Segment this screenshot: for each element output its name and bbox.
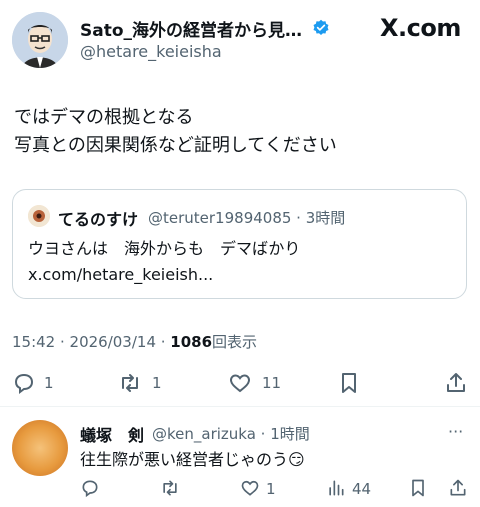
user-handle[interactable]: @hetare_keieisha <box>80 42 222 61</box>
quoted-text: ウヨさんは 海外からも デマばかり x.com/hetare_keieish..… <box>28 239 301 284</box>
tweet-text: ではデマの根拠となる 写真との因果関係など証明してください <box>14 107 337 156</box>
display-name[interactable]: Sato_海外の経営者から見… <box>80 16 302 41</box>
tweet-meta: 15:42 · 2026/03/14 · 1086回表示 <box>12 331 257 352</box>
share-icon[interactable] <box>444 371 468 395</box>
reply-text: 往生際が悪い経営者じゃのう😏 <box>80 450 305 469</box>
retweet-icon[interactable] <box>118 371 142 395</box>
reply-retweet-icon[interactable] <box>160 478 180 498</box>
retweet-count: 1 <box>152 374 162 392</box>
reply-like-count: 1 <box>266 480 276 498</box>
reply-count: 1 <box>44 374 54 392</box>
view-count: 1086 <box>170 333 213 351</box>
like-icon[interactable] <box>228 371 252 395</box>
reply-display-name[interactable]: 蟻塚 剣 <box>80 422 144 446</box>
reply-views-icon[interactable] <box>326 478 346 498</box>
reply-view-count: 44 <box>352 480 372 498</box>
bookmark-icon[interactable] <box>337 371 361 395</box>
reply-share-icon[interactable] <box>448 478 468 498</box>
views-label: 回表示 <box>212 333 258 351</box>
verified-badge-icon <box>313 19 329 36</box>
more-icon[interactable]: ··· <box>448 422 463 441</box>
timestamp: 15:42 · 2026/03/14 · <box>12 333 171 351</box>
quoted-avatar <box>28 205 50 227</box>
like-count: 11 <box>262 374 282 392</box>
divider <box>0 406 480 407</box>
reply-handle: @ken_arizuka · 1時間 <box>152 425 310 443</box>
reply-reply-icon[interactable] <box>80 478 100 498</box>
reply-bookmark-icon[interactable] <box>408 478 428 498</box>
profile-avatar[interactable] <box>12 12 68 68</box>
quoted-handle: @teruter19894085 · 3時間 <box>148 209 346 227</box>
x-logo: X.com <box>380 14 461 42</box>
reply-avatar[interactable] <box>12 420 68 476</box>
quoted-display-name: てるのすけ <box>58 210 139 229</box>
reply-icon[interactable] <box>12 371 36 395</box>
reply-like-icon[interactable] <box>240 478 260 498</box>
